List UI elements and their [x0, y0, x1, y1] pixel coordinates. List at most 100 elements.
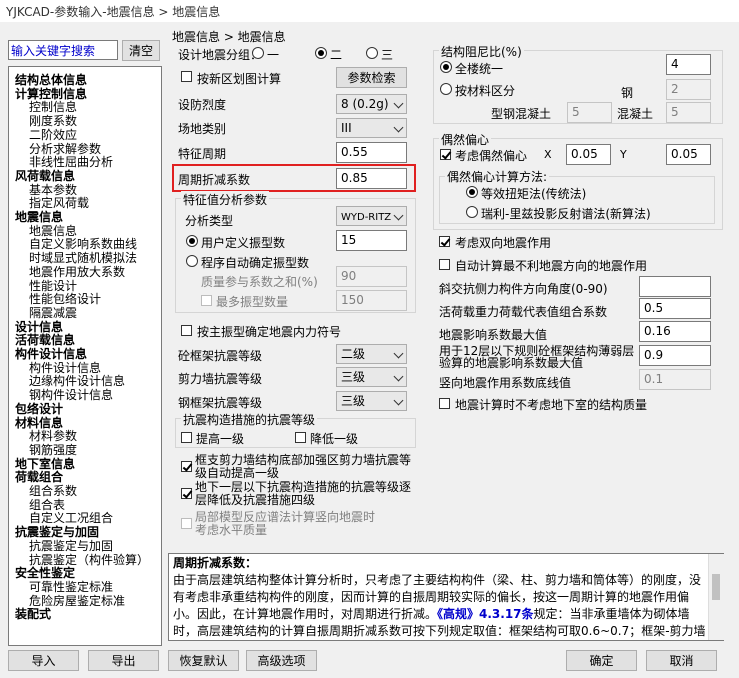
tree-item[interactable]: 分析求解参数 [29, 142, 101, 156]
tree-item[interactable]: 控制信息 [29, 100, 77, 114]
live-coef-input[interactable]: 0.5 [639, 298, 711, 319]
y-label: Y [620, 148, 627, 161]
uniform-radio[interactable] [440, 61, 452, 73]
help-scrollbar[interactable] [708, 554, 724, 640]
uniform-input[interactable]: 4 [666, 54, 711, 75]
help-panel: 周期折减系数： 由于高层建筑结构整体计算分析时，只考虑了主要结构构件（梁、柱、剪… [168, 553, 724, 641]
steel-grade-select[interactable]: 三级 [336, 391, 407, 411]
tree-item[interactable]: 隔震减震 [29, 306, 77, 320]
tree-item[interactable]: 材料信息 [15, 416, 63, 430]
intensity-select[interactable]: 8 (0.2g) [336, 94, 407, 114]
new-zoning-checkbox[interactable] [181, 71, 192, 82]
composite-input[interactable]: 5 [567, 102, 612, 123]
analysis-type-select[interactable]: WYD-RITZ [336, 206, 407, 226]
tree-item[interactable]: 设计信息 [15, 320, 63, 334]
auto-worst-checkbox[interactable] [439, 259, 450, 270]
tree-item[interactable]: 组合表 [29, 498, 65, 512]
tree-item[interactable]: 安全性鉴定 [15, 566, 75, 580]
tree-item[interactable]: 刚度系数 [29, 114, 77, 128]
period-input[interactable]: 0.55 [336, 142, 407, 163]
tree-item[interactable]: 构件设计信息 [15, 347, 87, 361]
cancel-button[interactable]: 取消 [646, 650, 717, 671]
tree-item[interactable]: 抗震鉴定与加固 [29, 539, 113, 553]
tree-item[interactable]: 地震信息 [29, 224, 77, 238]
rare-input[interactable]: 0.9 [639, 345, 711, 366]
export-button[interactable]: 导出 [88, 650, 159, 671]
help-link[interactable]: 《高规》4.3.17条 [437, 607, 534, 621]
frame-support-checkbox[interactable] [181, 461, 192, 472]
window-title: YJKCAD-参数输入-地震信息 > 地震信息 [6, 5, 221, 19]
tree-item[interactable]: 抗震鉴定与加固 [15, 525, 99, 539]
user-modes-radio[interactable] [186, 235, 198, 247]
tree-item[interactable]: 计算控制信息 [15, 87, 87, 101]
group-radio-2[interactable] [315, 47, 327, 59]
mass-sum-input[interactable]: 90 [336, 266, 407, 287]
method2-radio[interactable] [466, 206, 478, 218]
oblique-input[interactable] [639, 276, 711, 297]
tree-item[interactable]: 自定义影响系数曲线 [29, 237, 137, 251]
concrete-input[interactable]: 5 [666, 102, 711, 123]
restore-default-button[interactable]: 恢复默认 [168, 650, 239, 671]
tree-item[interactable]: 钢筋强度 [29, 443, 77, 457]
ecc-y-input[interactable]: 0.05 [666, 144, 711, 165]
import-button[interactable]: 导入 [8, 650, 79, 671]
max-modes-checkbox[interactable] [201, 295, 212, 306]
tree-item[interactable]: 自定义工况组合 [29, 511, 113, 525]
scrollbar-thumb[interactable] [712, 574, 720, 600]
tree-item[interactable]: 构件设计信息 [29, 361, 101, 375]
no-basement-checkbox[interactable] [439, 398, 450, 409]
lower-checkbox[interactable] [295, 432, 306, 443]
tree-item[interactable]: 性能设计 [29, 279, 77, 293]
max-influence-input[interactable]: 0.16 [639, 321, 711, 342]
local-model-checkbox[interactable] [181, 518, 192, 529]
wall-grade-select[interactable]: 三级 [336, 367, 407, 387]
tree-item[interactable]: 荷载组合 [15, 470, 63, 484]
tree-item[interactable]: 钢构件设计信息 [29, 388, 113, 402]
tree-item[interactable]: 组合系数 [29, 484, 77, 498]
method1-radio[interactable] [466, 186, 478, 198]
basement-checkbox[interactable] [181, 488, 192, 499]
tree-item[interactable]: 活荷载信息 [15, 333, 75, 347]
tree-item[interactable]: 指定风荷载 [29, 196, 89, 210]
steel-input[interactable]: 2 [666, 79, 711, 100]
tree-item[interactable]: 包络设计 [15, 402, 63, 416]
search-input[interactable]: 输入关键字搜索 [8, 40, 118, 60]
ok-button[interactable]: 确定 [566, 650, 637, 671]
group-radio-3[interactable] [366, 47, 378, 59]
reduction-input[interactable]: 0.85 [336, 168, 407, 189]
tree-item[interactable]: 风荷载信息 [15, 169, 75, 183]
user-modes-label: 用户定义振型数 [201, 236, 286, 250]
bidirectional-checkbox[interactable] [439, 236, 450, 247]
group-radio-1[interactable] [252, 47, 264, 59]
tree-item[interactable]: 地震作用放大系数 [29, 265, 125, 279]
tree-item[interactable]: 结构总体信息 [15, 73, 87, 87]
tree-item[interactable]: 装配式 [15, 607, 51, 621]
tree-item[interactable]: 地下室信息 [15, 457, 75, 471]
auto-modes-radio[interactable] [186, 255, 198, 267]
tree-item[interactable]: 地震信息 [15, 210, 63, 224]
param-check-button[interactable]: 参数检索 [336, 67, 407, 88]
main-mode-checkbox[interactable] [181, 325, 192, 336]
frame-grade-select[interactable]: 二级 [336, 344, 407, 364]
raise-checkbox[interactable] [181, 432, 192, 443]
advanced-options-button[interactable]: 高级选项 [246, 650, 317, 671]
tree-item[interactable]: 时域显式随机模拟法 [29, 251, 137, 265]
by-material-radio[interactable] [440, 83, 452, 95]
tree-item[interactable]: 基本参数 [29, 183, 77, 197]
max-modes-input[interactable]: 150 [336, 290, 407, 311]
tree-item[interactable]: 抗震鉴定（构件验算） [29, 553, 149, 567]
tree-item[interactable]: 材料参数 [29, 429, 77, 443]
tree-item[interactable]: 可靠性鉴定标准 [29, 580, 113, 594]
user-modes-input[interactable]: 15 [336, 230, 407, 251]
category-tree[interactable]: 结构总体信息 计算控制信息 控制信息 刚度系数 二阶效应 分析求解参数 非线性屈曲分析 风荷载… [8, 66, 162, 646]
vertical-min-input[interactable]: 0.1 [639, 369, 711, 390]
ecc-checkbox[interactable] [440, 149, 451, 160]
clear-button[interactable]: 清空 [122, 40, 160, 61]
tree-item[interactable]: 非线性屈曲分析 [29, 155, 113, 169]
tree-item[interactable]: 危险房屋鉴定标准 [29, 594, 125, 608]
tree-item[interactable]: 性能包络设计 [29, 292, 101, 306]
tree-item[interactable]: 边缘构件设计信息 [29, 374, 125, 388]
ecc-x-input[interactable]: 0.05 [566, 144, 611, 165]
site-select[interactable]: III [336, 118, 407, 138]
tree-item[interactable]: 二阶效应 [29, 128, 77, 142]
